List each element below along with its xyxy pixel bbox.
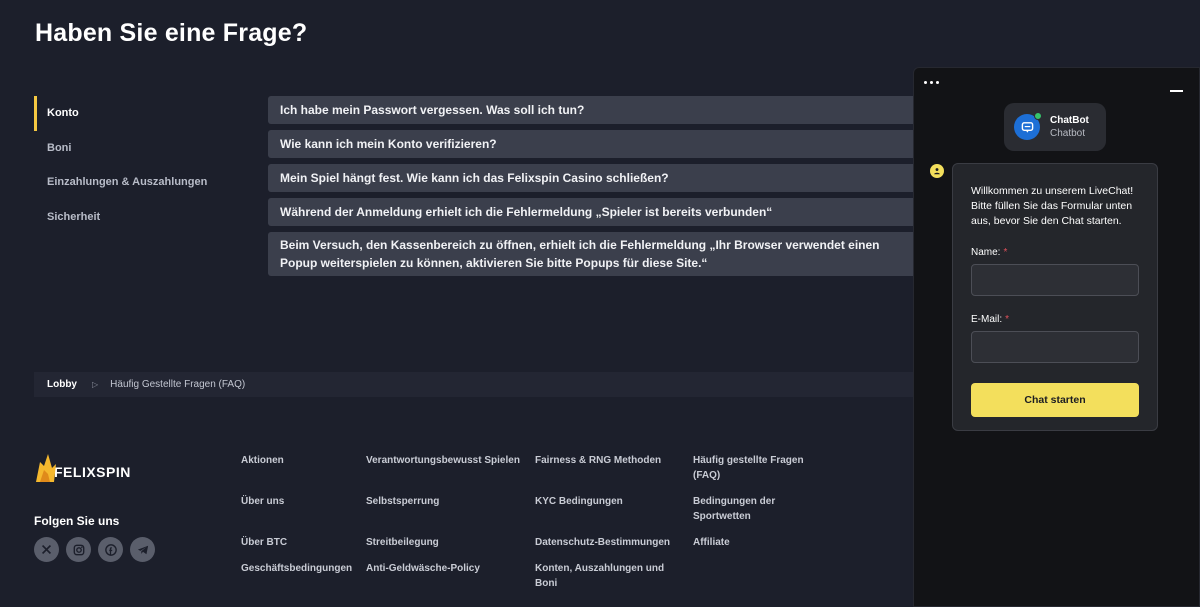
logo-text: FELIXSPIN — [54, 464, 131, 480]
page-title: Haben Sie eine Frage? — [35, 19, 308, 47]
footer-link[interactable]: Über uns — [241, 494, 284, 509]
footer-link[interactable]: Selbstsperrung — [366, 494, 439, 509]
footer-link[interactable]: Bedingungen der Sportwetten — [693, 494, 793, 524]
footer-link[interactable]: Verantwortungsbewusst Spielen — [366, 453, 520, 468]
faq-question[interactable]: Ich habe mein Passwort vergessen. Was so… — [268, 96, 928, 124]
facebook-icon[interactable] — [98, 537, 123, 562]
faq-list: Ich habe mein Passwort vergessen. Was so… — [268, 96, 928, 282]
footer-link[interactable]: Aktionen — [241, 453, 284, 468]
breadcrumb: Lobby ▷ Häufig Gestellte Fragen (FAQ) — [34, 372, 914, 397]
footer-link[interactable]: Anti-Geldwäsche-Policy — [366, 561, 480, 576]
footer-link[interactable]: Fairness & RNG Methoden — [535, 453, 661, 468]
email-label: E-Mail: * — [971, 314, 1010, 325]
social-links — [34, 537, 155, 562]
faq-nav-item-konto[interactable]: Konto — [34, 96, 244, 131]
footer-link[interactable]: Datenschutz-Bestimmungen — [535, 535, 670, 550]
start-chat-button[interactable]: Chat starten — [971, 383, 1139, 417]
instagram-icon[interactable] — [66, 537, 91, 562]
agent-avatar-icon — [930, 164, 944, 178]
felixspin-logo[interactable]: FELIXSPIN — [34, 452, 131, 482]
faq-question[interactable]: Wie kann ich mein Konto verifizieren? — [268, 130, 928, 158]
faq-nav-item-sicherheit[interactable]: Sicherheit — [34, 200, 244, 235]
faq-nav-item-boni[interactable]: Boni — [34, 131, 244, 166]
name-field[interactable] — [971, 264, 1139, 296]
prechat-form: Willkommen zu unserem LiveChat! Bitte fü… — [952, 163, 1158, 431]
chat-bubble-icon — [1021, 121, 1033, 133]
email-field[interactable] — [971, 331, 1139, 363]
chat-menu-icon[interactable] — [924, 81, 939, 84]
name-label: Name: * — [971, 247, 1008, 258]
telegram-icon[interactable] — [130, 537, 155, 562]
required-mark: * — [1005, 314, 1010, 325]
chatbot-avatar — [1014, 112, 1042, 140]
breadcrumb-separator-icon: ▷ — [92, 380, 99, 389]
faq-category-nav: Konto Boni Einzahlungen & Auszahlungen S… — [34, 96, 244, 234]
chat-minimize-icon[interactable] — [1170, 90, 1183, 92]
chatbot-name: ChatBot — [1050, 115, 1089, 126]
required-mark: * — [1003, 247, 1008, 258]
faq-question[interactable]: Während der Anmeldung erhielt ich die Fe… — [268, 198, 928, 226]
faq-question[interactable]: Mein Spiel hängt fest. Wie kann ich das … — [268, 164, 928, 192]
welcome-message: Willkommen zu unserem LiveChat! Bitte fü… — [971, 185, 1134, 227]
chatbot-header: ChatBot Chatbot — [1004, 103, 1106, 151]
footer-link[interactable]: Geschäftsbedingungen — [241, 561, 352, 576]
logo-cat-icon — [36, 454, 56, 482]
online-status-dot — [1034, 112, 1042, 120]
breadcrumb-lobby-link[interactable]: Lobby — [47, 379, 77, 390]
breadcrumb-current: Häufig Gestellte Fragen (FAQ) — [110, 379, 246, 390]
footer-link[interactable]: Affiliate — [693, 535, 730, 550]
livechat-widget: ChatBot Chatbot Willkommen zu unserem Li… — [913, 67, 1200, 607]
footer-link[interactable]: Streitbeilegung — [366, 535, 439, 550]
chatbot-subtitle: Chatbot — [1050, 128, 1086, 139]
footer-link[interactable]: Über BTC — [241, 535, 287, 550]
follow-us-title: Folgen Sie uns — [34, 514, 120, 528]
x-icon[interactable] — [34, 537, 59, 562]
faq-question[interactable]: Beim Versuch, den Kassenbereich zu öffne… — [268, 232, 928, 276]
footer-link[interactable]: KYC Bedingungen — [535, 494, 623, 509]
faq-nav-item-einzahlungen[interactable]: Einzahlungen & Auszahlungen — [34, 165, 244, 200]
footer-link[interactable]: Häufig gestellte Fragen (FAQ) — [693, 453, 823, 483]
footer-link[interactable]: Konten, Auszahlungen und Boni — [535, 561, 675, 591]
